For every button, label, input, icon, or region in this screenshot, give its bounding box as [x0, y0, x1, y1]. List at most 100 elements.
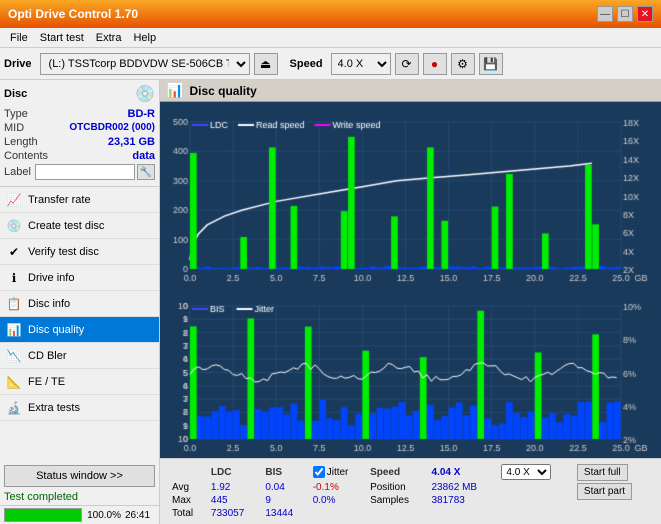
drive-label: Drive [4, 58, 32, 70]
upper-chart-canvas [160, 102, 661, 287]
drive-select[interactable]: (L:) TSSTcorp BDDVDW SE-506CB TS02 [40, 53, 250, 75]
speed-val: 4.04 X [432, 467, 461, 478]
speed-label: Speed [290, 58, 323, 70]
contents-key: Contents [4, 150, 48, 162]
nav-icon-disc-quality: 📊 [6, 323, 22, 337]
stats-bar: LDC BIS Jitter Speed 4.04 X 4.0 X [160, 458, 661, 524]
total-bis: 13444 [261, 508, 306, 519]
disc-icon: 💿 [135, 84, 155, 104]
maximize-button[interactable]: ☐ [617, 6, 633, 22]
settings-button[interactable]: ⚙ [451, 53, 475, 75]
sidebar-item-cd-bler[interactable]: 📉 CD Bler [0, 343, 159, 369]
charts-area [160, 102, 661, 458]
menu-bar: File Start test Extra Help [0, 28, 661, 48]
nav-label-create-test-disc: Create test disc [28, 220, 104, 232]
max-bis: 9 [261, 495, 306, 506]
ldc-header: LDC [207, 464, 259, 480]
nav-icon-disc-info: 📋 [6, 297, 22, 311]
app-title: Opti Drive Control 1.70 [8, 7, 138, 21]
sidebar-item-disc-quality[interactable]: 📊 Disc quality [0, 317, 159, 343]
length-val: 23,31 GB [108, 136, 155, 148]
progress-text: 100.0% [86, 510, 121, 521]
sidebar-item-verify-test-disc[interactable]: ✔ Verify test disc [0, 239, 159, 265]
disc-panel: Disc 💿 Type BD-R MID OTCBDR002 (000) Len… [0, 80, 159, 187]
start-part-button[interactable]: Start part [577, 483, 632, 500]
bis-header: BIS [261, 464, 306, 480]
nav-icon-verify-test-disc: ✔ [6, 245, 22, 259]
jitter-checkbox[interactable] [313, 466, 325, 478]
disc-section-label: Disc [4, 88, 27, 100]
nav-icon-fe-te: 📐 [6, 375, 22, 389]
close-button[interactable]: ✕ [637, 6, 653, 22]
nav-items: 📈Transfer rate💿Create test disc ✔ Verify t… [0, 187, 159, 421]
start-full-button[interactable]: Start full [577, 464, 628, 481]
type-key: Type [4, 108, 28, 120]
menu-start-test[interactable]: Start test [34, 31, 90, 45]
sidebar-item-transfer-rate[interactable]: 📈Transfer rate [0, 187, 159, 213]
speed-select[interactable]: 4.0 X 8.0 X 2.0 X 1.0 X [331, 53, 391, 75]
sidebar-item-fe-te[interactable]: 📐 FE / TE [0, 369, 159, 395]
right-content: 📊 Disc quality LDC BIS [160, 80, 661, 524]
position-label: Position [366, 482, 425, 493]
save-button[interactable]: 💾 [479, 53, 503, 75]
nav-label-extra-tests: Extra tests [28, 402, 80, 414]
nav-label-cd-bler: CD Bler [28, 350, 67, 362]
nav-label-verify-test-disc: Verify test disc [28, 246, 99, 258]
jitter-label: Jitter [327, 467, 349, 478]
samples-val: 381783 [428, 495, 496, 506]
nav-icon-drive-info: ℹ [6, 271, 22, 285]
upper-chart [160, 102, 661, 288]
max-ldc: 445 [207, 495, 259, 506]
position-val: 23862 MB [428, 482, 496, 493]
toolbar: Drive (L:) TSSTcorp BDDVDW SE-506CB TS02… [0, 48, 661, 80]
menu-extra[interactable]: Extra [90, 31, 128, 45]
sidebar-item-extra-tests[interactable]: 🔬 Extra tests [0, 395, 159, 421]
nav-icon-cd-bler: 📉 [6, 349, 22, 363]
max-label: Max [168, 495, 205, 506]
sidebar-item-create-test-disc[interactable]: 💿Create test disc [0, 213, 159, 239]
status-text: Test completed [4, 491, 78, 503]
sidebar-item-disc-info[interactable]: 📋 Disc info [0, 291, 159, 317]
main-area: Disc 💿 Type BD-R MID OTCBDR002 (000) Len… [0, 80, 661, 524]
max-jitter: 0.0% [309, 495, 364, 506]
status-window-button[interactable]: Status window >> [4, 465, 155, 487]
avg-bis: 0.04 [261, 482, 306, 493]
time-text: 26:41 [125, 510, 155, 521]
chart-header: 📊 Disc quality [160, 80, 661, 102]
samples-label: Samples [366, 495, 425, 506]
sidebar: Disc 💿 Type BD-R MID OTCBDR002 (000) Len… [0, 80, 160, 524]
eject-button[interactable]: ⏏ [254, 53, 278, 75]
mid-key: MID [4, 122, 24, 134]
nav-label-disc-quality: Disc quality [28, 324, 84, 336]
progress-bar-outer [4, 508, 82, 522]
speed-stat-select[interactable]: 4.0 X [501, 464, 551, 480]
progress-bar-inner [5, 509, 81, 521]
label-key: Label [4, 166, 31, 178]
label-input[interactable] [35, 164, 135, 180]
lower-chart [160, 288, 661, 458]
menu-file[interactable]: File [4, 31, 34, 45]
menu-help[interactable]: Help [127, 31, 162, 45]
nav-icon-transfer-rate: 📈 [6, 193, 22, 207]
mid-val: OTCBDR002 (000) [69, 122, 155, 134]
jitter-check-label: Jitter [313, 466, 360, 478]
nav-label-fe-te: FE / TE [28, 376, 65, 388]
total-label: Total [168, 508, 205, 519]
nav-label-drive-info: Drive info [28, 272, 74, 284]
speed-stat-header: Speed [366, 464, 425, 480]
label-edit-button[interactable]: 🔧 [137, 164, 155, 180]
avg-ldc: 1.92 [207, 482, 259, 493]
nav-label-disc-info: Disc info [28, 298, 70, 310]
burn-button[interactable]: ● [423, 53, 447, 75]
refresh-button[interactable]: ⟳ [395, 53, 419, 75]
lower-chart-canvas [160, 288, 661, 457]
chart-header-icon: 📊 [166, 82, 183, 99]
avg-label: Avg [168, 482, 205, 493]
total-ldc: 733057 [207, 508, 259, 519]
contents-val: data [132, 150, 155, 162]
nav-icon-extra-tests: 🔬 [6, 401, 22, 415]
title-bar-controls: — ☐ ✕ [597, 6, 653, 22]
minimize-button[interactable]: — [597, 6, 613, 22]
title-bar: Opti Drive Control 1.70 — ☐ ✕ [0, 0, 661, 28]
sidebar-item-drive-info[interactable]: ℹ Drive info [0, 265, 159, 291]
